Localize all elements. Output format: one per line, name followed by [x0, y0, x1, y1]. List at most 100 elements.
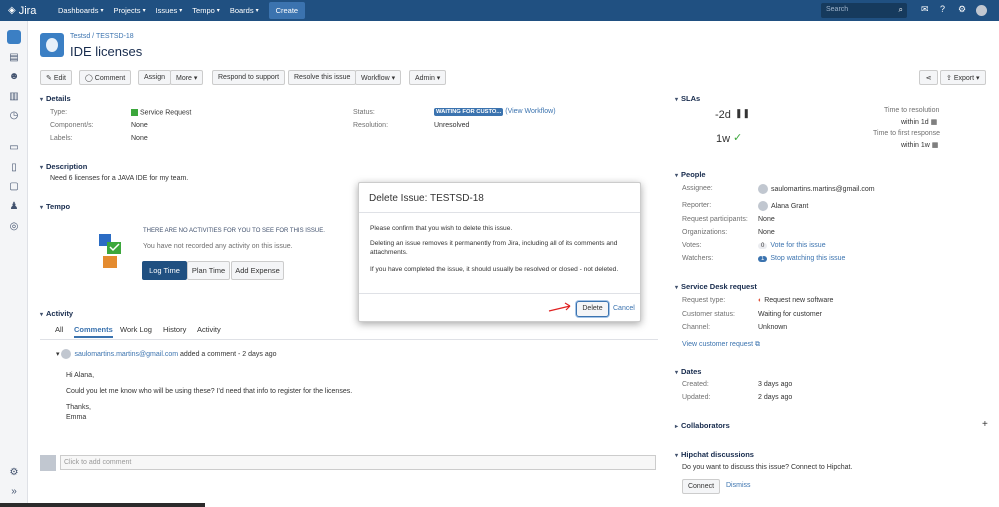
tempo-heading[interactable]: ▾ Tempo — [40, 202, 70, 211]
labels-label: Labels: — [50, 135, 73, 142]
settings-icon[interactable]: ⚙ — [8, 467, 20, 479]
gear-icon[interactable]: ⚙ — [958, 4, 966, 15]
chevron-down-icon: ▾ — [142, 8, 146, 14]
user-avatar[interactable] — [976, 5, 987, 16]
expand-sidebar-icon[interactable]: » — [8, 486, 20, 498]
dismiss-link[interactable]: Dismiss — [726, 482, 751, 489]
nav-dashboards[interactable]: Dashboards ▾ — [58, 6, 103, 15]
reporter-value[interactable]: Alana Grant — [758, 201, 808, 211]
collapse-icon: ▾ — [675, 370, 679, 376]
chevron-down-icon: ▾ — [391, 75, 396, 82]
shortcut-icon[interactable]: ▭ — [8, 142, 20, 154]
comment-author-link[interactable]: saulomartins.martins@gmail.com — [74, 351, 178, 358]
sla-value: -2d — [715, 109, 731, 121]
activity-heading[interactable]: ▾ Activity — [40, 309, 73, 318]
collapse-icon: ▾ — [675, 97, 679, 103]
components-value: None — [131, 122, 148, 129]
nav-projects[interactable]: Projects ▾ — [113, 6, 145, 15]
nav-issues[interactable]: Issues ▾ — [156, 6, 183, 15]
nav-boards[interactable]: Boards ▾ — [230, 6, 259, 15]
log-time-button[interactable]: Log Time — [142, 261, 187, 280]
service-desk-heading-label: Service Desk request — [681, 282, 757, 291]
channel-label: Channel: — [682, 324, 711, 331]
sla-icon[interactable]: ◷ — [8, 110, 20, 122]
tab-all[interactable]: All — [55, 325, 63, 334]
workflow-label: Workflow — [361, 75, 390, 82]
edit-label: Edit — [53, 75, 66, 82]
vote-link[interactable]: Vote for this issue — [770, 242, 825, 249]
assign-button[interactable]: Assign — [138, 70, 172, 85]
admin-button[interactable]: Admin ▾ — [409, 70, 447, 85]
stop-watching-link[interactable]: Stop watching this issue — [770, 255, 845, 262]
add-person-icon[interactable]: ♟ — [8, 201, 20, 213]
sla-goal: within 1d ▦ — [901, 118, 937, 126]
tempo-no-activities: THERE ARE NO ACTIVITIES FOR YOU TO SEE F… — [143, 228, 325, 234]
organizations-label: Organizations: — [682, 229, 728, 236]
assignee-label: Assignee: — [682, 185, 713, 192]
breadcrumb-issue-key[interactable]: TESTSD-18 — [96, 33, 134, 40]
details-heading[interactable]: ▾ Details — [40, 94, 71, 103]
more-button[interactable]: More ▾ — [170, 70, 204, 85]
tab-history[interactable]: History — [163, 325, 186, 334]
add-comment-input[interactable]: Click to add comment — [60, 455, 656, 470]
reports-icon[interactable]: ▥ — [8, 91, 20, 103]
cancel-button[interactable]: Cancel — [613, 305, 635, 312]
delete-button[interactable]: Delete — [576, 301, 609, 317]
created-value: 3 days ago — [758, 381, 793, 388]
workflow-button[interactable]: Workflow ▾ — [355, 70, 402, 85]
comment-button[interactable]: ◯ Comment — [79, 70, 132, 85]
admin-label: Admin — [415, 75, 435, 82]
view-workflow-link[interactable]: (View Workflow) — [505, 108, 555, 115]
type-value-text: Service Request — [139, 109, 192, 117]
add-collaborator-icon[interactable]: + — [982, 419, 988, 430]
megaphone-icon[interactable]: ✉ — [921, 4, 929, 15]
people-heading[interactable]: ▾ People — [675, 170, 706, 179]
export-button[interactable]: ⇪ Export ▾ — [940, 70, 986, 85]
description-heading[interactable]: ▾ Description — [40, 162, 87, 171]
organizations-value: None — [758, 229, 775, 236]
compass-icon[interactable]: ◎ — [8, 221, 20, 233]
collaborators-heading[interactable]: ▸ Collaborators — [675, 421, 730, 430]
customers-icon[interactable]: ☻ — [8, 71, 20, 83]
plan-time-button[interactable]: Plan Time — [187, 261, 230, 280]
jira-logo[interactable]: ◈ Jira — [8, 5, 48, 17]
resolve-issue-button[interactable]: Resolve this issue — [288, 70, 357, 85]
pages-icon[interactable]: ▯ — [8, 162, 20, 174]
create-button[interactable]: Create — [268, 2, 306, 19]
comment-line: Could you let me know who will be using … — [66, 388, 353, 395]
tab-activity[interactable]: Activity — [197, 325, 221, 334]
respond-to-support-button[interactable]: Respond to support — [212, 70, 286, 85]
watchers-value: 1 Stop watching this issue — [758, 255, 845, 262]
hipchat-heading[interactable]: ▾ Hipchat discussions — [675, 450, 754, 459]
help-icon[interactable]: ? — [940, 4, 945, 14]
nav-dashboards-label: Dashboards — [58, 6, 99, 15]
pencil-icon: ✎ — [46, 75, 52, 82]
slas-heading[interactable]: ▾ SLAs — [675, 94, 700, 103]
tab-work-log[interactable]: Work Log — [120, 325, 152, 334]
comment-line: Emma — [66, 414, 87, 421]
collapse-comment-icon[interactable]: ▾ — [56, 351, 60, 358]
search-input[interactable]: Search ⌕ — [821, 3, 907, 18]
status-lozenge[interactable]: WAITING FOR CUSTO... — [434, 108, 504, 116]
dates-heading[interactable]: ▾ Dates — [675, 367, 701, 376]
chevron-down-icon: ▾ — [100, 8, 104, 14]
connect-button[interactable]: Connect — [682, 479, 720, 494]
breadcrumb-project[interactable]: Testsd — [70, 33, 90, 40]
chat-icon[interactable]: ▢ — [8, 181, 20, 193]
project-avatar-icon[interactable] — [7, 30, 21, 44]
view-customer-request-link[interactable]: View customer request ⧉ — [682, 341, 760, 349]
edit-button[interactable]: ✎ Edit — [40, 70, 72, 85]
issue-title: IDE licenses — [70, 44, 143, 59]
assignee-value[interactable]: saulomartins.martins@gmail.com — [758, 184, 875, 194]
activity-heading-label: Activity — [46, 309, 74, 318]
watchers-label: Watchers: — [682, 255, 714, 262]
nav-tempo[interactable]: Tempo ▾ — [192, 6, 220, 15]
updated-value: 2 days ago — [758, 394, 793, 401]
queues-icon[interactable]: ▤ — [8, 52, 20, 64]
tempo-not-recorded: You have not recorded any activity on th… — [143, 243, 293, 250]
tab-comments[interactable]: Comments — [74, 325, 113, 338]
search-placeholder: Search — [826, 6, 849, 13]
service-desk-heading[interactable]: ▾ Service Desk request — [675, 282, 757, 291]
add-expense-button[interactable]: Add Expense — [231, 261, 284, 280]
share-button[interactable]: ⋖ — [919, 70, 938, 85]
